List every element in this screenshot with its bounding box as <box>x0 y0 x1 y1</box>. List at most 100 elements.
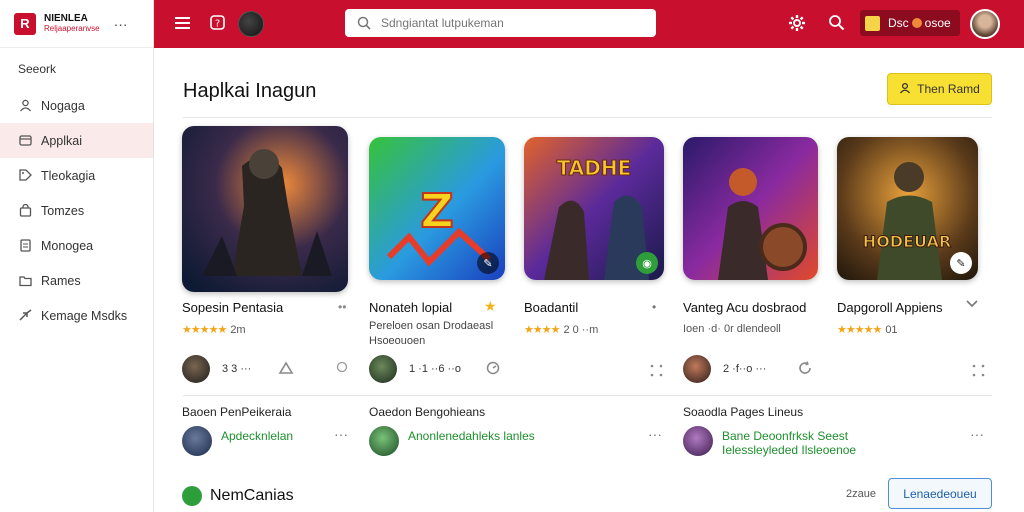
rec-title: Soaodla Pages Lineus <box>683 405 804 419</box>
card-meta: 2 0 ··m <box>563 324 599 336</box>
card-title[interactable]: Boadantil <box>524 300 578 315</box>
game-thumbnail[interactable] <box>683 137 818 280</box>
check-icon[interactable] <box>336 361 348 376</box>
avatar[interactable] <box>369 355 397 383</box>
brand-subtitle: Reljaaperanvse <box>44 23 100 33</box>
hamburger-menu-icon[interactable] <box>174 14 191 31</box>
grid-icon[interactable] <box>972 364 985 380</box>
rec-title: Oaedon Bengohieans <box>369 405 486 419</box>
credits-widget[interactable]: Dsc osoe <box>860 10 960 36</box>
grid-icon[interactable] <box>650 364 663 380</box>
sidebar-item-kemage-msdks[interactable]: Kemage Msdks <box>0 298 153 333</box>
primary-action-button[interactable]: Then Ramd <box>887 73 992 105</box>
bag-icon <box>18 204 32 218</box>
card-icon <box>18 134 32 148</box>
sidebar-item-rames[interactable]: Rames <box>0 263 153 298</box>
brand[interactable]: R NIENLEA Reljaaperanvse ··· <box>0 0 153 48</box>
sidebar-item-tomzes[interactable]: Tomzes <box>0 193 153 228</box>
game-thumbnail[interactable]: TADHE ◉ <box>524 137 664 280</box>
sidebar-item-label: Nogaga <box>41 98 85 113</box>
brand-text: NIENLEA Reljaaperanvse <box>44 13 100 34</box>
sidebar-item-label: Rames <box>41 273 81 288</box>
edit-icon[interactable]: ✎ <box>950 252 972 274</box>
help-icon[interactable]: ? <box>209 14 226 31</box>
card-meta: 01 <box>885 324 898 336</box>
tag-icon <box>18 169 32 183</box>
avatar[interactable] <box>182 355 210 383</box>
card-description: Pereloen osan Drodaeasl Hsoeouoen <box>369 320 494 347</box>
brand-logo: R <box>14 12 36 35</box>
card-meta: Ioen ·d· 0r dlendeoll <box>683 323 781 335</box>
avatar[interactable] <box>683 355 711 383</box>
refresh-icon[interactable] <box>798 361 812 378</box>
svg-text:?: ? <box>215 19 220 30</box>
primary-button-label: Then Ramd <box>917 82 980 96</box>
person-icon <box>18 99 32 113</box>
main-content: Haplkai Inagun Then Ramd Sopesin Pentasi… <box>154 48 1024 512</box>
section-title-text: NemCanias <box>210 487 294 504</box>
card-meta: 2m <box>230 324 246 336</box>
game-thumbnail[interactable]: Z ✎ <box>369 137 505 280</box>
card-title[interactable]: Nonateh lopial <box>369 300 452 315</box>
more-icon[interactable]: ··· <box>970 426 984 442</box>
sidebar-item-label: Tomzes <box>41 203 85 218</box>
game-avatar-icon[interactable] <box>238 11 264 37</box>
more-icon[interactable]: ··· <box>648 426 662 442</box>
svg-text:TADHE: TADHE <box>557 156 632 180</box>
star-icon[interactable]: ★ <box>484 298 497 315</box>
game-thumbnail[interactable]: HODEUAR ✎ <box>837 137 978 280</box>
sidebar-section-title: Seeork <box>18 62 57 76</box>
secondary-button[interactable]: Lenaedeoueu <box>888 478 992 509</box>
card-count: 3 3 ··· <box>222 363 252 375</box>
search-icon[interactable] <box>828 14 845 31</box>
avatar[interactable] <box>182 426 212 456</box>
sidebar: R NIENLEA Reljaaperanvse ··· Seeork Noga… <box>0 0 154 512</box>
edit-icon[interactable]: ✎ <box>477 252 499 274</box>
card-title[interactable]: Vanteg Acu dosbraod <box>683 300 806 315</box>
search-icon <box>357 16 371 30</box>
avatar[interactable] <box>683 426 713 456</box>
top-bar: ? Dsc osoe <box>154 0 1024 48</box>
page-title: Haplkai Inagun <box>183 80 317 102</box>
dot-icon[interactable]: • <box>652 300 656 314</box>
credits-value: osoe <box>924 16 951 30</box>
divider <box>183 395 992 396</box>
card-title[interactable]: Sopesin Pentasia <box>182 300 283 315</box>
rec-link[interactable]: Bane Deoonfrksk Seest Ielessleyleded Ils… <box>722 429 922 457</box>
avatar[interactable] <box>369 426 399 456</box>
coin-icon <box>865 15 880 31</box>
game-thumbnail[interactable] <box>182 126 348 292</box>
chevron-down-icon[interactable] <box>966 298 978 312</box>
search-bar[interactable] <box>345 9 656 37</box>
more-icon[interactable]: ··· <box>114 16 128 32</box>
timer-icon[interactable] <box>486 361 500 378</box>
sidebar-item-tleokagia[interactable]: Tleokagia <box>0 158 153 193</box>
rec-link[interactable]: Anonlenedahleks lanles <box>408 429 535 443</box>
doc-icon <box>18 239 32 253</box>
user-avatar[interactable] <box>970 9 1000 39</box>
token-icon <box>911 18 922 28</box>
rec-title: Baoen PenPeikeraia <box>182 405 292 419</box>
star-rating-icon: ★★★★ <box>524 324 560 336</box>
controller-icon[interactable]: ◉ <box>636 252 658 274</box>
card-rating: ★★★★ 2 0 ··m <box>524 323 598 336</box>
card-title[interactable]: Dapgoroll Appiens <box>837 300 943 315</box>
sidebar-item-applkai[interactable]: Applkai <box>0 123 153 158</box>
card-count: 2 ·f··o ··· <box>723 363 767 375</box>
rec-link[interactable]: Apdecknlelan <box>221 429 293 443</box>
star-rating-icon: ★★★★★ <box>837 324 882 336</box>
new-badge-icon <box>182 486 202 506</box>
svg-text:Z: Z <box>420 184 453 238</box>
sidebar-item-monogea[interactable]: Monogea <box>0 228 153 263</box>
settings-gear-icon[interactable] <box>788 14 806 32</box>
share-icon[interactable] <box>278 361 294 378</box>
divider <box>183 117 992 118</box>
sidebar-item-nogaga[interactable]: Nogaga <box>0 88 153 123</box>
section-title: NemCanias <box>182 486 294 506</box>
arrow-icon <box>18 309 32 323</box>
more-icon[interactable]: •• <box>338 300 346 314</box>
search-input[interactable] <box>381 16 631 30</box>
more-icon[interactable]: ··· <box>334 426 348 442</box>
svg-text:HODEUAR: HODEUAR <box>863 232 951 251</box>
sidebar-item-label: Kemage Msdks <box>41 308 128 323</box>
